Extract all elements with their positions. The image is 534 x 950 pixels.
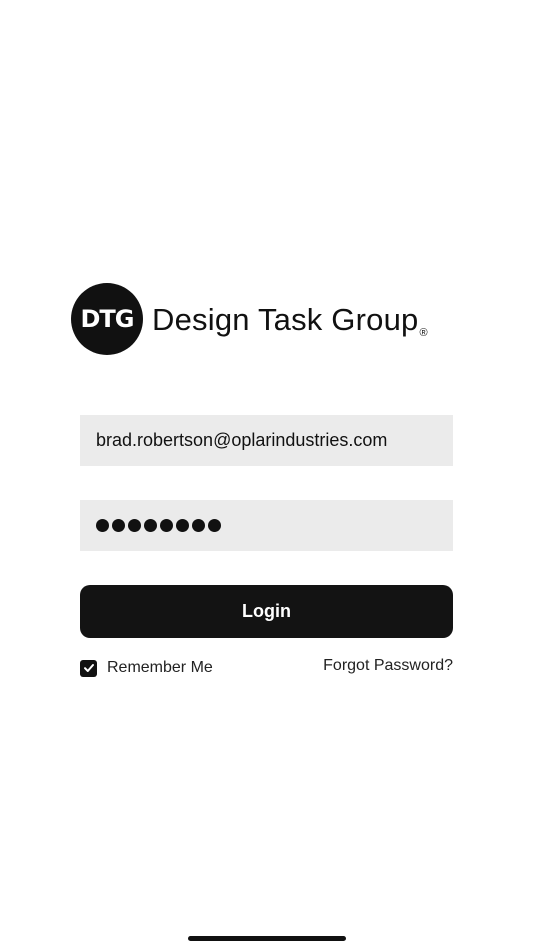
registered-mark: ® bbox=[419, 327, 428, 339]
checkmark-icon bbox=[83, 664, 94, 672]
password-dot bbox=[192, 519, 205, 532]
login-screen: DTG Design Task Group ® brad.robertson@o… bbox=[0, 0, 534, 950]
password-dot bbox=[144, 519, 157, 532]
home-indicator[interactable] bbox=[188, 936, 346, 941]
password-dot bbox=[176, 519, 189, 532]
remember-me-toggle[interactable]: Remember Me bbox=[80, 659, 213, 677]
password-dot bbox=[96, 519, 109, 532]
password-mask bbox=[96, 519, 221, 532]
email-value: brad.robertson@oplarindustries.com bbox=[96, 430, 388, 450]
password-dot bbox=[112, 519, 125, 532]
email-field[interactable]: brad.robertson@oplarindustries.com bbox=[80, 415, 453, 466]
brand-name: Design Task Group bbox=[152, 302, 419, 337]
login-button-label: Login bbox=[242, 601, 291, 621]
login-button[interactable]: Login bbox=[80, 585, 453, 638]
logo-mark-text: DTG bbox=[80, 305, 135, 333]
password-dot bbox=[128, 519, 141, 532]
password-field[interactable] bbox=[80, 500, 453, 551]
forgot-password-link[interactable]: Forgot Password? bbox=[323, 657, 453, 675]
logo-mark: DTG bbox=[71, 283, 143, 355]
remember-me-label: Remember Me bbox=[107, 659, 213, 676]
password-dot bbox=[160, 519, 173, 532]
password-dot bbox=[208, 519, 221, 532]
remember-me-checkbox[interactable] bbox=[80, 659, 97, 677]
brand-logo: DTG Design Task Group ® bbox=[71, 283, 428, 355]
